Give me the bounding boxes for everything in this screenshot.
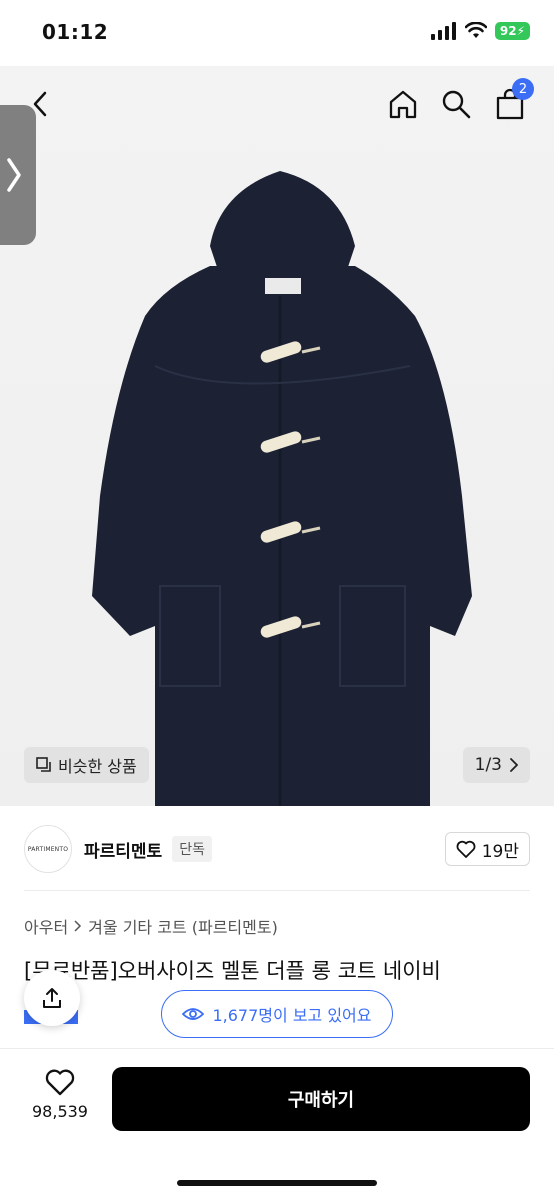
share-icon <box>43 988 61 1008</box>
battery-indicator: 92⚡ <box>494 22 530 40</box>
cart-button[interactable]: 2 <box>490 78 534 124</box>
share-button[interactable] <box>24 970 80 1026</box>
buy-button[interactable]: 구매하기 <box>112 1067 530 1131</box>
chevron-right-icon <box>510 758 518 772</box>
similar-products-button[interactable]: 비슷한 상품 <box>24 747 149 783</box>
wifi-icon <box>464 22 487 38</box>
bottom-action-bar: 98,539 구매하기 <box>0 1049 554 1200</box>
breadcrumb: 아우터 겨울 기타 코트 (파르티멘토) <box>24 914 278 938</box>
brand-name[interactable]: 파르티멘토 <box>84 837 162 862</box>
cart-badge: 2 <box>512 78 534 100</box>
status-icons: 92⚡ <box>430 22 530 40</box>
battery-level: 92 <box>499 24 517 38</box>
breadcrumb-level1[interactable]: 아우터 <box>24 914 68 938</box>
chevron-right-icon <box>7 158 21 192</box>
side-expand-tab[interactable] <box>0 105 36 245</box>
eye-icon <box>182 1008 205 1020</box>
brand-row: PARTIMENTO 파르티멘토 단독 19만 <box>24 824 530 874</box>
exclusive-badge: 단독 <box>172 836 212 862</box>
page-indicator: 1/3 <box>474 755 502 775</box>
product-image[interactable] <box>0 66 554 806</box>
heart-icon <box>45 1069 75 1096</box>
viewers-badge: 1,677명이 보고 있어요 <box>161 990 393 1038</box>
product-title: [무료반품]오버사이즈 멜톤 더플 롱 코트 네이비 <box>24 959 441 983</box>
viewers-text: 1,677명이 보고 있어요 <box>212 1006 372 1025</box>
brand-like-button[interactable]: 19만 <box>444 832 530 866</box>
home-button[interactable] <box>383 84 423 124</box>
copy-icon <box>36 757 51 772</box>
status-bar: 01:12 92⚡ <box>0 0 554 66</box>
breadcrumb-level2[interactable]: 겨울 기타 코트 (파르티멘토) <box>88 914 278 938</box>
brand-logo-text: PARTIMENTO <box>27 845 69 853</box>
home-icon <box>389 90 417 119</box>
wishlist-button[interactable]: 98,539 <box>20 1069 100 1121</box>
image-pager[interactable]: 1/3 <box>462 747 530 783</box>
coat-image <box>92 171 472 806</box>
heart-icon <box>456 840 476 858</box>
signal-icon <box>430 22 456 40</box>
top-nav: 2 <box>0 66 554 146</box>
brand-like-count: 19만 <box>481 841 519 862</box>
status-time: 01:12 <box>42 20 109 44</box>
brand-logo[interactable]: PARTIMENTO <box>24 825 72 873</box>
chevron-right-icon <box>74 920 82 932</box>
search-icon <box>442 90 471 119</box>
similar-products-label: 비슷한 상품 <box>58 757 137 776</box>
divider <box>24 890 530 891</box>
home-indicator <box>177 1180 377 1186</box>
wishlist-count: 98,539 <box>32 1102 88 1121</box>
search-button[interactable] <box>436 84 476 124</box>
